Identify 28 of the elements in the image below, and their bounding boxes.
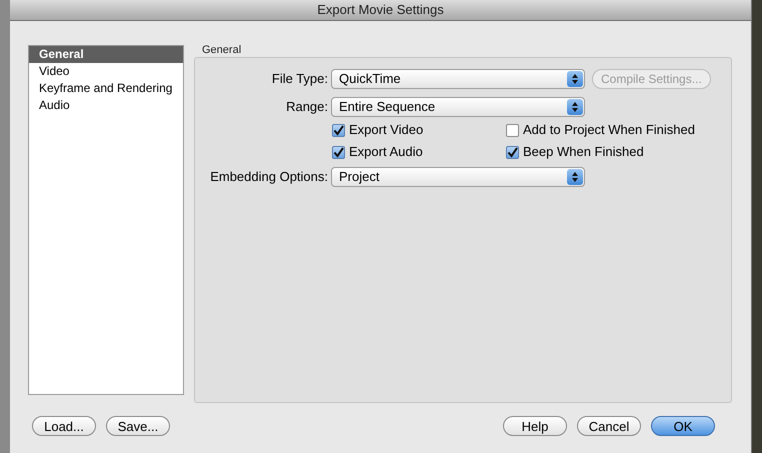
checkbox[interactable] bbox=[332, 124, 345, 137]
stepper-arrows-icon bbox=[567, 169, 583, 186]
stepper-arrows-icon bbox=[567, 99, 583, 116]
dialog-button[interactable]: OK bbox=[651, 416, 715, 436]
field-label: Range: bbox=[285, 98, 329, 116]
stepper-arrows-icon bbox=[567, 71, 583, 88]
dialog-button[interactable]: Help bbox=[503, 416, 567, 436]
dialog-button[interactable]: Load... bbox=[32, 416, 96, 436]
section-title: General bbox=[202, 43, 242, 58]
checkbox-label: Add to Project When Finished bbox=[523, 121, 695, 140]
checkbox-label: Export Audio bbox=[349, 143, 423, 162]
window-title: Export Movie Settings bbox=[317, 1, 444, 20]
sidebar-item[interactable]: Audio bbox=[29, 97, 183, 114]
checkbox-label: Export Video bbox=[349, 121, 424, 140]
sidebar-item[interactable]: Keyframe and Rendering bbox=[29, 80, 183, 98]
range-dropdown[interactable]: Entire Sequence bbox=[331, 97, 585, 118]
dialog-button[interactable]: Cancel bbox=[577, 416, 641, 436]
sidebar-item[interactable]: General bbox=[29, 46, 183, 64]
sidebar-item[interactable]: Video bbox=[29, 63, 183, 80]
embedding-dropdown[interactable]: Project bbox=[331, 167, 585, 188]
file-type-dropdown[interactable]: QuickTime bbox=[331, 69, 585, 90]
checkbox-label: Beep When Finished bbox=[523, 143, 644, 162]
checkbox[interactable] bbox=[506, 124, 519, 137]
checkbox[interactable] bbox=[332, 146, 345, 159]
field-label: Embedding Options: bbox=[209, 168, 329, 186]
dialog-button[interactable]: Save... bbox=[106, 416, 170, 436]
field-label: File Type: bbox=[270, 70, 329, 88]
checkbox[interactable] bbox=[506, 146, 519, 159]
